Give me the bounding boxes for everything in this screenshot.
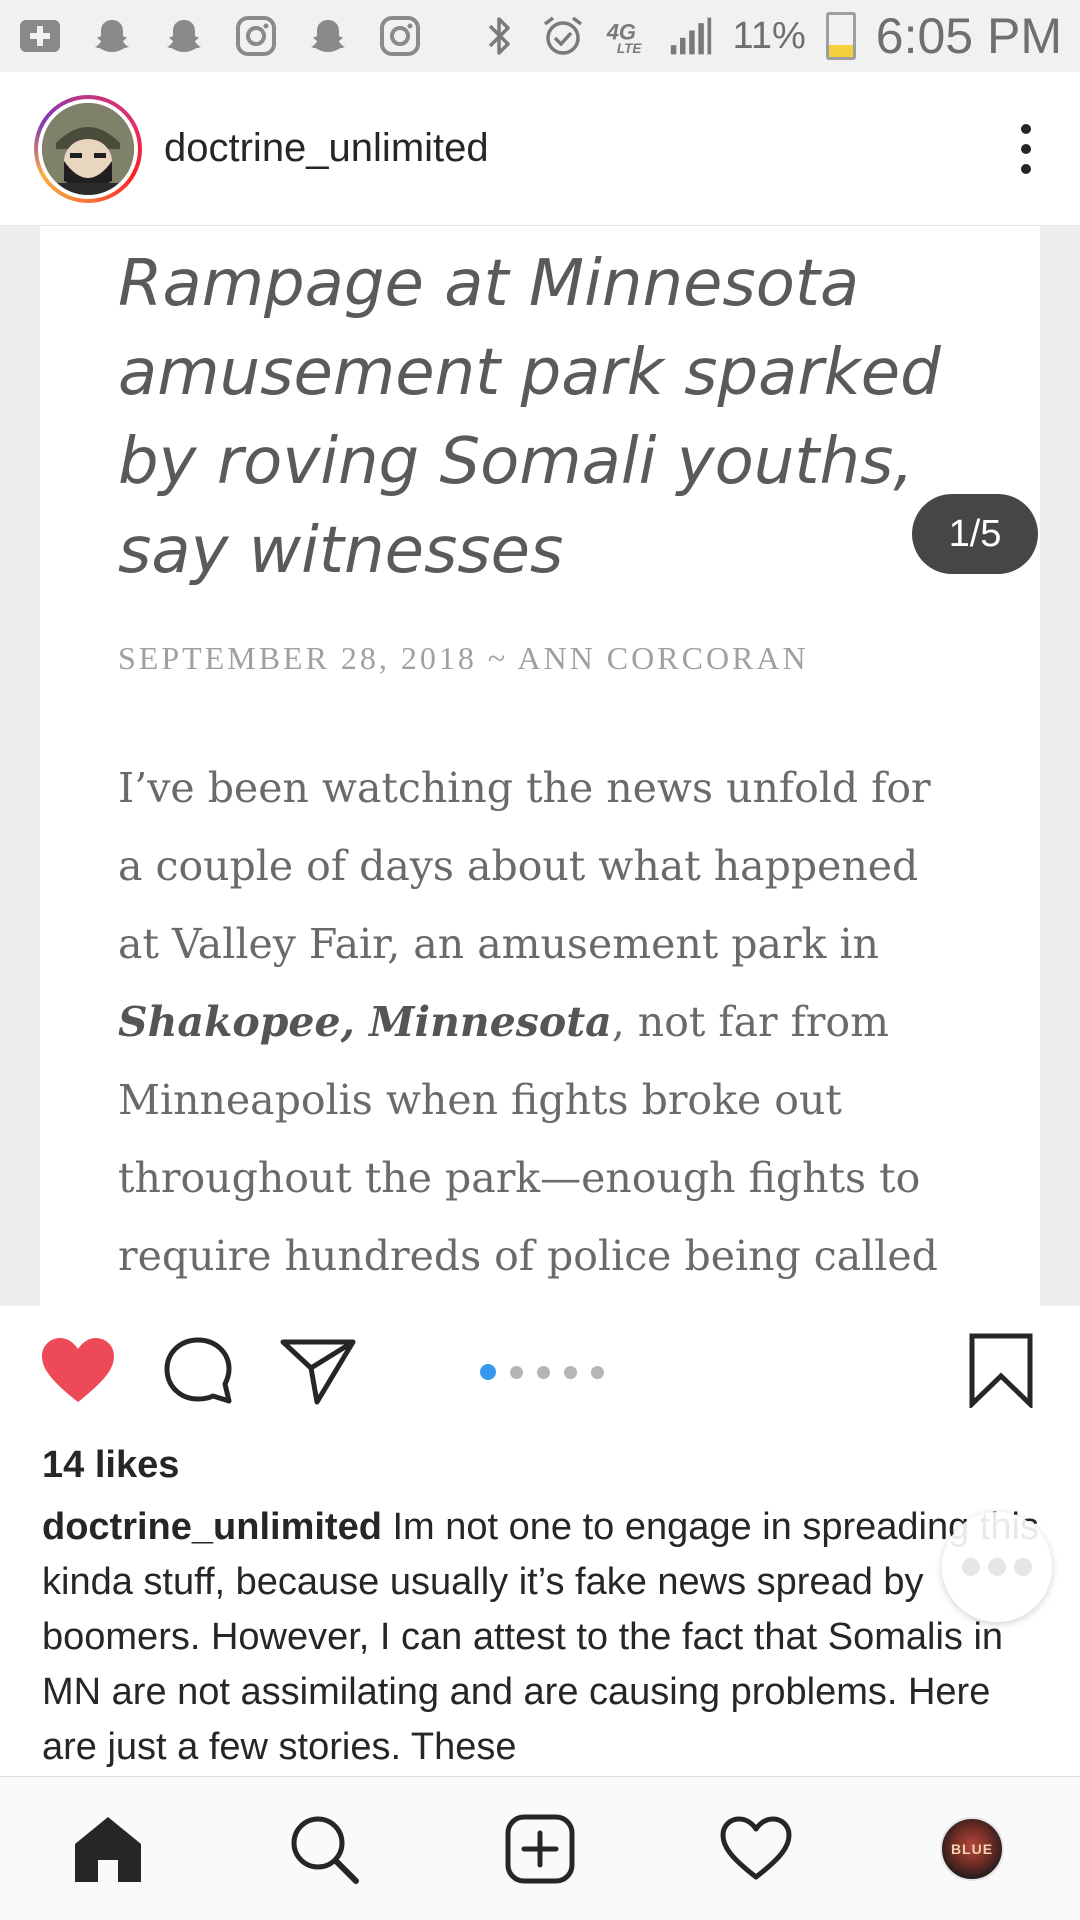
avatar-image <box>42 102 134 195</box>
home-icon[interactable] <box>63 1804 153 1894</box>
post-caption: doctrine_unlimited Im not one to engage … <box>42 1500 1042 1775</box>
battery-icon <box>825 12 856 60</box>
post-username[interactable]: doctrine_unlimited <box>164 126 489 171</box>
carousel-dot <box>591 1365 604 1379</box>
post-media[interactable]: Rampage at Minnesota amusement park spar… <box>0 226 1080 1306</box>
instagram-icon <box>378 14 422 58</box>
floating-chat-bubble[interactable] <box>942 1512 1052 1622</box>
status-bar: 4G LTE 11% 6:05 PM <box>0 0 1080 72</box>
comment-icon[interactable] <box>158 1331 238 1411</box>
add-box-icon <box>18 14 62 58</box>
activity-heart-icon[interactable] <box>711 1804 801 1894</box>
bottom-nav: BLUE <box>0 1776 1080 1920</box>
article-title: Rampage at Minnesota amusement park spar… <box>118 247 941 588</box>
caption-username[interactable]: doctrine_unlimited <box>42 1506 382 1548</box>
snapchat-icon <box>162 14 206 58</box>
new-post-icon[interactable] <box>495 1804 585 1894</box>
bluetooth-icon <box>477 14 521 58</box>
article-body-bold: Shakopee, Minnesota <box>118 998 612 1046</box>
carousel-dot <box>564 1365 577 1379</box>
like-heart-icon[interactable] <box>38 1331 118 1411</box>
alarm-icon <box>541 14 585 58</box>
article-body: I’ve been watching the news unfold for a… <box>118 749 962 1306</box>
user-avatar[interactable] <box>34 94 142 203</box>
clock: 6:05 PM <box>875 8 1062 64</box>
article-body-part1: I’ve been watching the news unfold for a… <box>118 764 931 968</box>
snapchat-icon <box>306 14 350 58</box>
status-right-icons: 4G LTE 11% 6:05 PM <box>477 7 1062 65</box>
carousel-dot <box>510 1365 523 1379</box>
svg-text:LTE: LTE <box>616 41 642 56</box>
carousel-indicator <box>480 1364 604 1380</box>
signal-icon <box>669 14 713 58</box>
profile-avatar[interactable]: BLUE <box>927 1804 1017 1894</box>
share-send-icon[interactable] <box>278 1331 358 1411</box>
instagram-icon <box>234 14 278 58</box>
carousel-counter: 1/5 <box>912 494 1038 574</box>
more-options-icon[interactable] <box>1006 109 1046 189</box>
4g-lte-icon: 4G LTE <box>605 14 649 58</box>
battery-percent: 11% <box>732 14 806 57</box>
profile-avatar-image: BLUE <box>940 1816 1004 1881</box>
carousel-dot <box>537 1365 550 1379</box>
likes-count[interactable]: 14 likes <box>42 1444 179 1487</box>
bookmark-icon[interactable] <box>966 1332 1036 1410</box>
post-header: doctrine_unlimited <box>0 72 1080 226</box>
article-meta: SEPTEMBER 28, 2018 ~ ANN CORCORAN <box>118 640 809 676</box>
carousel-dot <box>480 1364 496 1380</box>
search-icon[interactable] <box>279 1804 369 1894</box>
snapchat-icon <box>90 14 134 58</box>
status-left-icons <box>18 14 422 58</box>
article-screenshot: Rampage at Minnesota amusement park spar… <box>40 226 1040 1306</box>
